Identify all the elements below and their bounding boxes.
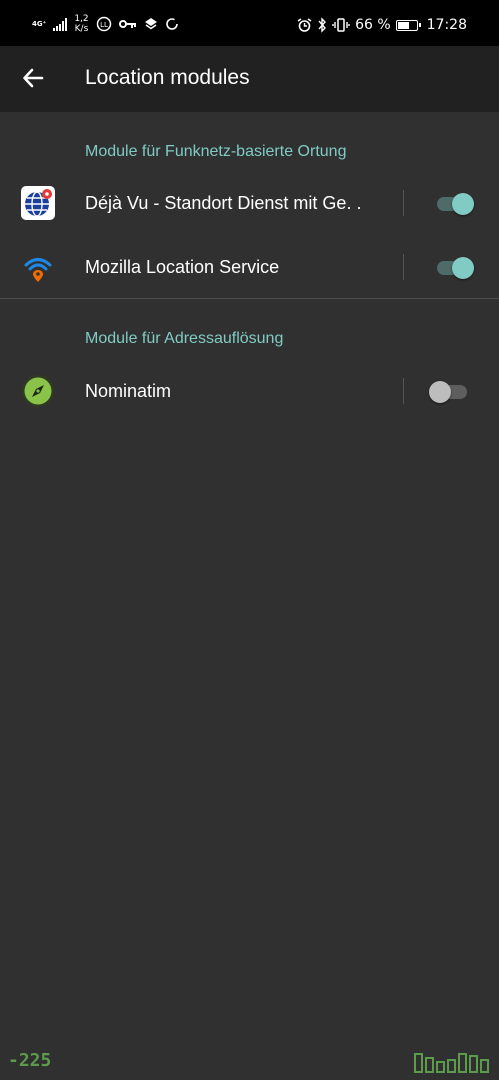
module-toggle[interactable] xyxy=(429,192,475,216)
divider xyxy=(403,190,404,216)
module-label: Nominatim xyxy=(85,381,172,401)
overlay-bars-icon xyxy=(414,1053,489,1073)
bluetooth-icon xyxy=(318,17,327,33)
alarm-icon xyxy=(297,17,312,32)
section-divider xyxy=(0,298,499,299)
module-toggle[interactable] xyxy=(429,380,475,404)
vibrate-icon xyxy=(332,18,350,32)
divider xyxy=(403,378,404,404)
back-button[interactable] xyxy=(18,63,48,93)
module-row-mozilla[interactable]: Mozilla Location Service xyxy=(0,240,499,296)
globe-pin-icon xyxy=(20,185,56,221)
hd-call-icon: LL xyxy=(96,16,111,32)
battery-fill xyxy=(397,21,409,29)
arrow-left-icon xyxy=(23,68,44,88)
module-row-dejavu[interactable]: Déjà Vu - Standort Dienst mit Ge. . xyxy=(0,176,499,232)
module-row-nominatim[interactable]: Nominatim xyxy=(0,364,499,420)
layers-icon xyxy=(144,18,157,30)
battery-icon xyxy=(395,19,421,31)
network-speed: 1,2 K/s xyxy=(74,14,88,34)
clock: 17:28 xyxy=(426,17,467,33)
divider xyxy=(403,254,404,280)
page-title: Location modules xyxy=(85,66,250,89)
app-bar: Location modules xyxy=(0,46,499,112)
compass-icon xyxy=(20,373,56,409)
module-label: Mozilla Location Service xyxy=(85,257,280,277)
battery-percent: 66 % xyxy=(355,17,391,33)
section-header-geocoding: Module für Adressauflösung xyxy=(85,330,284,347)
status-right: 66 % 17:28 xyxy=(297,17,467,33)
section-header-network: Module für Funknetz-basierte Ortung xyxy=(85,143,347,160)
module-label: Déjà Vu - Standort Dienst mit Ge. . xyxy=(85,193,362,213)
status-bar: 4G⁺ 1,2 K/s LL 66 % 17:28 xyxy=(0,0,499,46)
sync-icon xyxy=(165,18,178,30)
vpn-key-icon xyxy=(118,20,136,28)
overlay-counter: -225 xyxy=(8,1050,52,1071)
speed-value: 1,2 xyxy=(74,14,89,24)
wifi-pin-icon xyxy=(20,249,56,285)
module-toggle[interactable] xyxy=(429,256,475,280)
signal-icon xyxy=(53,17,68,31)
svg-text:LL: LL xyxy=(100,21,108,29)
speed-unit: K/s xyxy=(74,24,89,34)
network-type: 4G⁺ xyxy=(32,20,47,28)
status-left: 4G⁺ 1,2 K/s LL xyxy=(32,14,179,34)
